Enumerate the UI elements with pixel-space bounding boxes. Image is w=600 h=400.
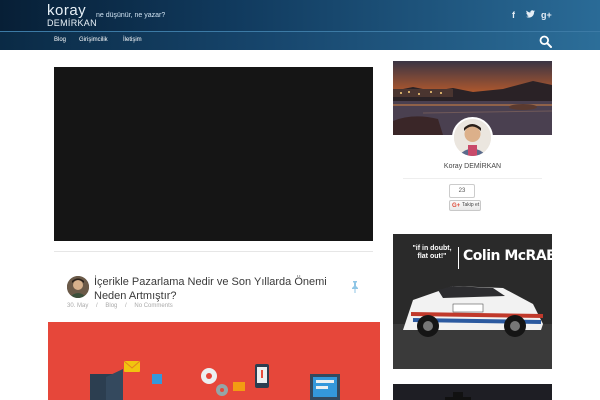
follow-button-label: Takip et <box>462 202 480 208</box>
search-icon[interactable] <box>539 35 552 48</box>
sidebar-ad-banner[interactable]: "if in doubt, flat out!" Colin McRAE <box>393 234 552 369</box>
ad-separator <box>458 247 459 269</box>
google-plus-icon[interactable]: g+ <box>541 10 552 20</box>
site-tagline: ne düşünür, ne yazar? <box>96 12 166 19</box>
follow-button[interactable]: G+ Takip et <box>449 200 481 211</box>
profile-widget: Koray DEMİRKAN 23 G+ Takip et <box>393 61 552 216</box>
post-header: İçerikle Pazarlama Nedir ve Son Yıllarda… <box>54 251 373 321</box>
header-topbar: koray DEMİRKAN ne düşünür, ne yazar? f g… <box>0 0 600 31</box>
profile-divider <box>403 178 542 179</box>
post-date: 30. May <box>67 303 89 309</box>
site-header: koray DEMİRKAN ne düşünür, ne yazar? f g… <box>0 0 600 50</box>
author-avatar[interactable] <box>67 276 89 298</box>
twitter-icon[interactable] <box>526 10 535 20</box>
post-title[interactable]: İçerikle Pazarlama Nedir ve Son Yıllarda… <box>94 275 339 303</box>
post-meta: 30. May / Blog / No Comments <box>67 303 179 309</box>
logo-line-1: koray <box>47 2 87 19</box>
sidebar-widget-image[interactable] <box>393 384 552 400</box>
main-nav: Blog Girişimcilik İletişim <box>0 31 600 50</box>
profile-name[interactable]: Koray DEMİRKAN <box>393 163 552 170</box>
meta-separator: / <box>96 303 98 309</box>
post-comments[interactable]: No Comments <box>134 303 172 309</box>
meta-separator: / <box>125 303 127 309</box>
google-plus-badge-icon: G+ <box>452 203 461 209</box>
ad-name: Colin McRAE <box>463 248 552 264</box>
post-featured-image[interactable] <box>48 322 380 400</box>
follower-count: 23 <box>449 184 475 198</box>
nav-item-iletisim[interactable]: İletişim <box>123 37 142 43</box>
nav-item-blog[interactable]: Blog <box>54 37 66 43</box>
ad-quote: "if in doubt, flat out!" <box>412 245 452 260</box>
facebook-icon[interactable]: f <box>512 10 515 20</box>
video-embed[interactable] <box>54 67 373 241</box>
pin-icon <box>350 280 360 293</box>
post-category[interactable]: Blog <box>105 303 117 309</box>
profile-avatar[interactable] <box>452 117 493 158</box>
logo-line-2: DEMİRKAN <box>47 18 97 28</box>
site-logo[interactable]: koray DEMİRKAN <box>47 2 97 28</box>
nav-item-girisimcilik[interactable]: Girişimcilik <box>79 37 108 43</box>
